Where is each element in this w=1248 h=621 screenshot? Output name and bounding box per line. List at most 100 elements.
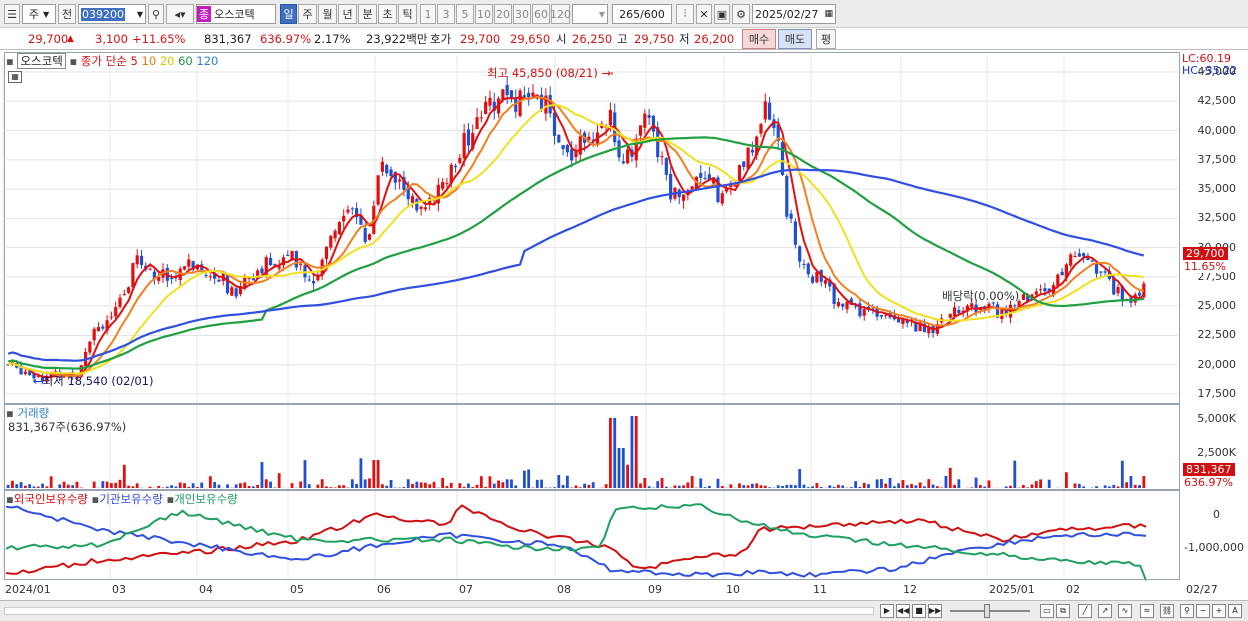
square-icon: ▪ bbox=[69, 54, 78, 68]
square-icon: ▪ bbox=[6, 406, 14, 420]
font-icon[interactable]: A bbox=[1228, 604, 1242, 618]
table-icon[interactable]: ▦ bbox=[8, 71, 22, 83]
zoom-in-icon[interactable]: + bbox=[1212, 604, 1226, 618]
bid-price: 29,650 bbox=[510, 32, 551, 46]
volume-pane[interactable] bbox=[4, 404, 1180, 490]
dividend-annot-text: 배당락(0.00%) bbox=[942, 289, 1020, 303]
period-select-label: 주 bbox=[28, 8, 39, 21]
speaker-icon[interactable]: ◂▾ bbox=[166, 4, 194, 24]
crosshair-icon[interactable]: ✕ bbox=[696, 4, 712, 24]
count-input[interactable]: 265/600 bbox=[612, 4, 672, 24]
interval-5-button[interactable]: 5 bbox=[456, 4, 474, 24]
sell-label: 매도 bbox=[784, 33, 806, 46]
x-axis-label: 04 bbox=[199, 583, 213, 596]
holder-ytick: -1,000,000 bbox=[1184, 541, 1244, 554]
date-input[interactable]: 2025/02/27 ▦ bbox=[752, 4, 836, 24]
chevron-down-icon: ▼ bbox=[42, 9, 50, 19]
prev-button[interactable]: 전 bbox=[58, 4, 76, 24]
interval-1-button[interactable]: 1 bbox=[420, 4, 436, 24]
save-icon[interactable]: ▣ bbox=[714, 4, 730, 24]
stock-name-field[interactable]: 종 오스코텍 bbox=[196, 4, 276, 24]
link-icon[interactable]: ⛓ bbox=[1160, 604, 1174, 618]
interval-120-button[interactable]: 120 bbox=[550, 4, 571, 24]
x-axis-label: 06 bbox=[377, 583, 391, 596]
interval-label: 10 bbox=[477, 7, 491, 21]
period-second-button[interactable]: 초 bbox=[378, 4, 397, 24]
menu-icon[interactable]: ☰ bbox=[4, 4, 20, 24]
interval-label: 5 bbox=[461, 7, 469, 21]
search-icon[interactable]: ⚲ bbox=[148, 4, 164, 24]
scroll-track[interactable] bbox=[4, 607, 874, 615]
change-pct: +11.65% bbox=[132, 32, 186, 46]
avg-button[interactable]: 평 bbox=[816, 29, 836, 49]
interval-60-button[interactable]: 60 bbox=[532, 4, 550, 24]
volume-ratio: 636.97% bbox=[260, 32, 312, 46]
high-annot-text: 최고 45,850 (08/21) bbox=[487, 66, 598, 80]
period-year-button[interactable]: 년 bbox=[338, 4, 357, 24]
chart-window: { "toolbar": { "period_select": "주", "pr… bbox=[0, 0, 1248, 621]
close-legend: 종가 단순 bbox=[80, 54, 127, 68]
interval-label: 30 bbox=[515, 7, 529, 21]
price-ytick: 20,000 bbox=[1197, 357, 1237, 371]
ask-price: 29,700 bbox=[460, 32, 501, 46]
interval-20-button[interactable]: 20 bbox=[494, 4, 512, 24]
buy-label: 매수 bbox=[748, 33, 770, 46]
ma20-legend: 20 bbox=[159, 54, 175, 68]
period-select[interactable]: 주 ▼ bbox=[22, 4, 56, 24]
period-month-button[interactable]: 월 bbox=[318, 4, 337, 24]
price-ytick: 17,500 bbox=[1197, 387, 1237, 400]
code-input[interactable]: 039200 ▼ bbox=[78, 4, 146, 24]
holder-axis[interactable] bbox=[1180, 490, 1248, 580]
price-legend: ▪ 오스코텍 ▪ 종가 단순 5 10 20 60 120 bbox=[6, 53, 218, 69]
custom-interval-select[interactable]: ▼ bbox=[572, 4, 608, 24]
period-tick-label: 틱 bbox=[402, 8, 413, 21]
volume-title: 거래량 bbox=[17, 406, 50, 420]
draw-curve-icon[interactable]: ∿ bbox=[1118, 604, 1132, 618]
price-value: 29,700 bbox=[28, 32, 69, 46]
toolbar: ☰ 주 ▼ 전 039200 ▼ ⚲ ◂▾ 종 오스코텍 일 주 월 년 분 초 틱 … bbox=[0, 0, 1248, 28]
interval-label: 120 bbox=[550, 7, 571, 21]
x-axis-label: 10 bbox=[726, 583, 740, 596]
interval-10-button[interactable]: 10 bbox=[475, 4, 493, 24]
up-arrow-icon: ▲ bbox=[67, 34, 74, 44]
square-icon: ▪ bbox=[6, 54, 14, 68]
x-axis-label: 05 bbox=[290, 583, 304, 596]
price-ytick: 32,500 bbox=[1197, 211, 1237, 225]
period-day-label: 일 bbox=[283, 8, 294, 21]
copy-icon[interactable]: ⧉ bbox=[1056, 604, 1070, 618]
candle-type-icon[interactable]: ⫶ bbox=[676, 4, 694, 24]
interval-3-button[interactable]: 3 bbox=[437, 4, 455, 24]
scroll-right-icon[interactable]: ▶ bbox=[880, 604, 894, 618]
price-ytick: 37,500 bbox=[1197, 152, 1237, 166]
period-day-button[interactable]: 일 bbox=[280, 4, 297, 24]
ma5-legend: 5 bbox=[130, 54, 138, 68]
draw-line-icon[interactable]: ╱ bbox=[1078, 604, 1092, 618]
open-price: 26,250 bbox=[572, 32, 613, 46]
period-minute-label: 분 bbox=[362, 8, 373, 21]
zoom-slider[interactable] bbox=[950, 610, 1030, 612]
price-pane[interactable] bbox=[4, 52, 1180, 404]
fastforward-icon[interactable]: ▶▶ bbox=[928, 604, 942, 618]
interval-label: 3 bbox=[442, 7, 450, 21]
search-icon[interactable]: ⚲ bbox=[1180, 604, 1194, 618]
gear-icon[interactable]: ⚙ bbox=[732, 4, 750, 24]
rewind-icon[interactable]: ◀◀ bbox=[896, 604, 910, 618]
draw-arrow-icon[interactable]: ↗ bbox=[1098, 604, 1112, 618]
draw-wave-icon[interactable]: ≈ bbox=[1140, 604, 1154, 618]
x-axis-label: 02 bbox=[1066, 583, 1080, 596]
stop-icon[interactable]: ■ bbox=[912, 604, 926, 618]
period-week-label: 주 bbox=[302, 8, 313, 21]
stock-name-box[interactable]: 오스코텍 bbox=[17, 53, 66, 69]
buy-button[interactable]: 매수 bbox=[742, 29, 776, 49]
low-annot-text: 최저 18,540 (02/01) bbox=[42, 374, 154, 388]
zoom-out-icon[interactable]: − bbox=[1196, 604, 1210, 618]
layout-icon[interactable]: ▭ bbox=[1040, 604, 1054, 618]
sell-button[interactable]: 매도 bbox=[778, 29, 812, 49]
zoom-slider-handle[interactable] bbox=[984, 604, 990, 618]
period-minute-button[interactable]: 분 bbox=[358, 4, 377, 24]
period-week-button[interactable]: 주 bbox=[298, 4, 317, 24]
price-ytick: 35,000 bbox=[1197, 182, 1237, 196]
interval-30-button[interactable]: 30 bbox=[513, 4, 531, 24]
price-ytick: 42,500 bbox=[1197, 94, 1237, 108]
period-tick-button[interactable]: 틱 bbox=[398, 4, 417, 24]
